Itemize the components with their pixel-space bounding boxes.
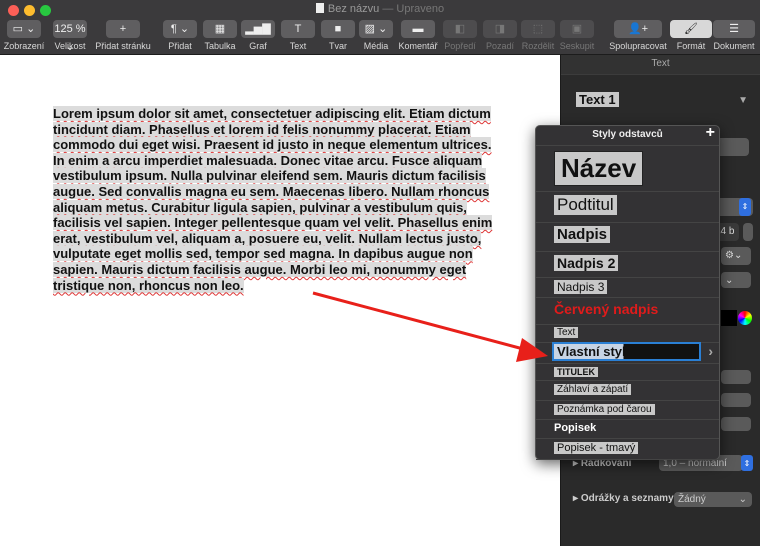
red-arrow-annotation [312, 291, 548, 362]
